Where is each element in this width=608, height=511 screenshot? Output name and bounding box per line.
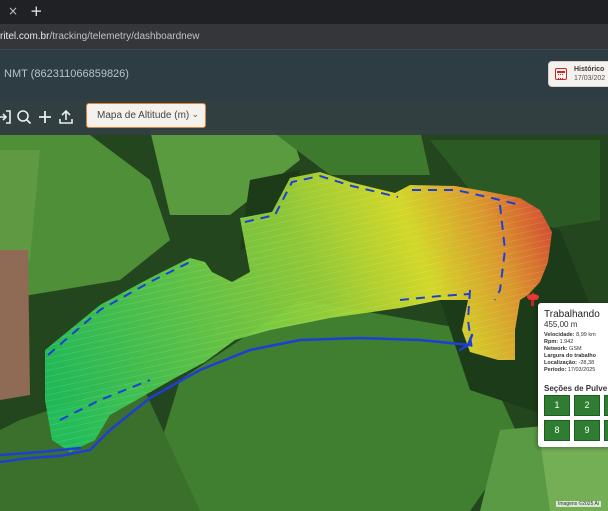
popup-field-speed: Velocidade: 8,99 km [544,332,596,338]
history-label: Histórico [574,66,605,73]
popup-field-width: Largura do trabalho [544,353,596,359]
history-button[interactable]: Histórico 17/03/202 [548,61,608,87]
map-type-value: Mapa de Altitude (m) [97,110,190,121]
close-tab-icon[interactable]: × [8,4,18,18]
chevron-down-icon: ⌄ [191,110,199,120]
popup-field-location: Localização: -28,38 [544,360,595,366]
section-button-3[interactable] [604,395,608,416]
new-tab-button[interactable]: + [30,2,43,20]
plus-icon[interactable] [37,109,53,125]
section-button-1[interactable]: 1 [544,395,570,416]
section-button-8[interactable]: 8 [544,420,570,441]
satellite-map[interactable] [0,99,608,511]
login-icon[interactable] [0,109,12,125]
popup-field-rpm: Rpm: 1.942 [544,339,574,345]
map-canvas [0,99,608,511]
url-text[interactable]: ritel.com.br/tracking/telemetry/dashboar… [0,31,200,42]
popup-altitude: 455,00 m [544,320,578,329]
map-toolbar: Mapa de Altitude (m) ⌄ [0,99,608,135]
calendar-icon [555,68,567,80]
app-header: NMT (862311066859826) Histórico 17/03/20… [0,49,608,99]
upload-icon[interactable] [58,109,74,125]
browser-tab-strip: × + [0,0,608,24]
telemetry-popup: Trabalhando 455,00 m Velocidade: 8,99 km… [538,303,608,447]
popup-field-period: Período: 17/03/2025 [544,367,596,373]
address-bar[interactable]: ritel.com.br/tracking/telemetry/dashboar… [0,24,608,49]
popup-field-network: Network: GSM [544,346,582,352]
section-button-9[interactable]: 9 [574,420,600,441]
spray-sections-title: Seções de Pulve [544,384,608,393]
popup-status: Trabalhando [544,309,600,320]
section-button-10[interactable] [604,420,608,441]
section-button-2[interactable]: 2 [574,395,600,416]
search-icon[interactable] [16,109,32,125]
device-title: NMT (862311066859826) [4,68,129,80]
history-date: 17/03/202 [574,75,606,82]
map-type-select[interactable]: Mapa de Altitude (m) ⌄ [86,103,206,128]
plowed-field [0,250,30,400]
map-attribution: Imagens ©2025 Ai [556,501,601,507]
